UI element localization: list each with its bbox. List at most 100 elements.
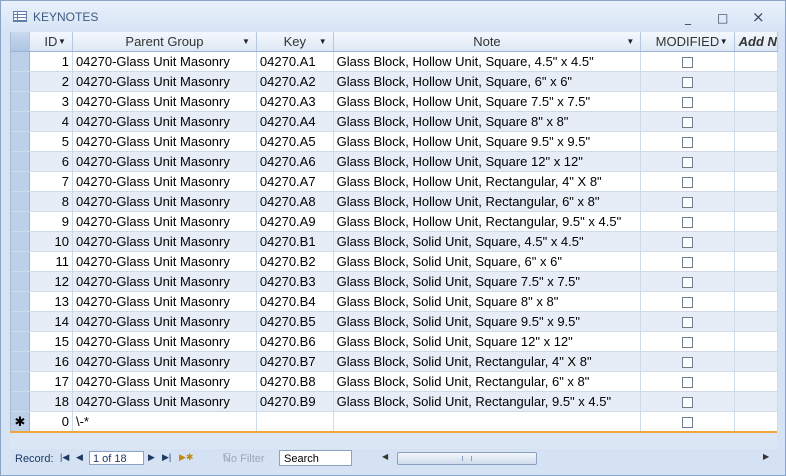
cell-parent-group[interactable]: 04270-Glass Unit Masonry (72, 391, 257, 412)
no-filter-button[interactable]: ⛉ No Filter (202, 451, 274, 466)
close-button[interactable]: × (752, 8, 765, 26)
cell-add-field[interactable] (734, 231, 778, 252)
scrollbar-thumb[interactable] (397, 452, 537, 465)
modified-checkbox[interactable] (681, 277, 693, 289)
row-selector[interactable] (11, 371, 30, 392)
cell-parent-group[interactable]: 04270-Glass Unit Masonry (72, 191, 257, 212)
cell-key[interactable]: 04270.B3 (256, 271, 334, 292)
cell-note[interactable]: Glass Block, Solid Unit, Square, 6" x 6" (333, 251, 642, 272)
search-input[interactable]: Search (279, 450, 352, 466)
horizontal-scrollbar[interactable]: ◀ ▶ (379, 451, 775, 466)
cell-parent-group[interactable]: 04270-Glass Unit Masonry (72, 91, 257, 112)
cell-add-field[interactable] (734, 371, 778, 392)
table-row[interactable]: 2 04270-Glass Unit Masonry 04270.A2 Glass B… (11, 71, 778, 92)
title-bar[interactable]: KEYNOTES _ □ × (1, 1, 785, 32)
cell-key[interactable]: 04270.B5 (256, 311, 334, 332)
row-selector[interactable] (11, 171, 30, 192)
cell-key[interactable]: 04270.A4 (256, 111, 334, 132)
row-selector[interactable] (11, 271, 30, 292)
cell-note[interactable] (333, 411, 642, 431)
cell-parent-group[interactable]: \-* (72, 411, 257, 431)
cell-add-field[interactable] (734, 391, 778, 412)
row-selector[interactable] (11, 131, 30, 152)
cell-note[interactable]: Glass Block, Solid Unit, Square, 4.5" x … (333, 231, 642, 252)
column-dropdown-icon[interactable]: ▼ (319, 37, 327, 46)
column-header-id[interactable]: ID ▼ (29, 32, 73, 52)
modified-checkbox[interactable] (681, 97, 693, 109)
cell-add-field[interactable] (734, 311, 778, 332)
cell-id[interactable]: 7 (29, 171, 73, 192)
cell-parent-group[interactable]: 04270-Glass Unit Masonry (72, 231, 257, 252)
cell-key[interactable] (256, 411, 334, 431)
row-selector[interactable] (11, 391, 30, 412)
table-row[interactable]: 9 04270-Glass Unit Masonry 04270.A9 Glass B… (11, 211, 778, 232)
table-row[interactable]: 5 04270-Glass Unit Masonry 04270.A5 Glass B… (11, 131, 778, 152)
column-header-parent-group[interactable]: Parent Group ▼ (72, 32, 257, 52)
modified-checkbox[interactable] (681, 57, 693, 69)
cell-note[interactable]: Glass Block, Solid Unit, Square 12" x 12… (333, 331, 642, 352)
table-row[interactable]: 13 04270-Glass Unit Masonry 04270.B4 Glass … (11, 291, 778, 312)
modified-checkbox[interactable] (681, 117, 693, 129)
modified-checkbox[interactable] (681, 397, 693, 409)
cell-parent-group[interactable]: 04270-Glass Unit Masonry (72, 311, 257, 332)
cell-add-field[interactable] (734, 251, 778, 272)
cell-note[interactable]: Glass Block, Solid Unit, Rectangular, 6"… (333, 371, 642, 392)
row-selector[interactable] (11, 311, 30, 332)
cell-parent-group[interactable]: 04270-Glass Unit Masonry (72, 151, 257, 172)
cell-add-field[interactable] (734, 211, 778, 232)
table-row[interactable]: 7 04270-Glass Unit Masonry 04270.A7 Glass B… (11, 171, 778, 192)
cell-key[interactable]: 04270.A3 (256, 91, 334, 112)
cell-id[interactable]: 1 (29, 51, 73, 72)
modified-checkbox[interactable] (681, 377, 693, 389)
modified-checkbox[interactable] (681, 157, 693, 169)
modified-checkbox[interactable] (681, 137, 693, 149)
cell-id[interactable]: 18 (29, 391, 73, 412)
cell-parent-group[interactable]: 04270-Glass Unit Masonry (72, 51, 257, 72)
cell-note[interactable]: Glass Block, Hollow Unit, Rectangular, 4… (333, 171, 642, 192)
cell-id[interactable]: 9 (29, 211, 73, 232)
column-dropdown-icon[interactable]: ▼ (58, 37, 66, 46)
cell-key[interactable]: 04270.A5 (256, 131, 334, 152)
cell-key[interactable]: 04270.B8 (256, 371, 334, 392)
cell-key[interactable]: 04270.B6 (256, 331, 334, 352)
modified-checkbox[interactable] (681, 177, 693, 189)
cell-key[interactable]: 04270.A9 (256, 211, 334, 232)
column-header-key[interactable]: Key ▼ (256, 32, 334, 52)
cell-note[interactable]: Glass Block, Hollow Unit, Square 9.5" x … (333, 131, 642, 152)
cell-id[interactable]: 4 (29, 111, 73, 132)
table-row[interactable]: 15 04270-Glass Unit Masonry 04270.B6 Glass … (11, 331, 778, 352)
table-row[interactable]: 17 04270-Glass Unit Masonry 04270.B8 Glass … (11, 371, 778, 392)
cell-id[interactable]: 6 (29, 151, 73, 172)
select-all-cell[interactable] (11, 32, 30, 52)
cell-id[interactable]: 8 (29, 191, 73, 212)
modified-checkbox[interactable] (681, 237, 693, 249)
cell-note[interactable]: Glass Block, Hollow Unit, Square 12" x 1… (333, 151, 642, 172)
cell-key[interactable]: 04270.B1 (256, 231, 334, 252)
cell-parent-group[interactable]: 04270-Glass Unit Masonry (72, 171, 257, 192)
cell-add-field[interactable] (734, 271, 778, 292)
cell-add-field[interactable] (734, 411, 778, 431)
last-record-button[interactable]: ▶| (162, 452, 171, 463)
cell-add-field[interactable] (734, 331, 778, 352)
cell-add-field[interactable] (734, 51, 778, 72)
column-dropdown-icon[interactable]: ▼ (242, 37, 250, 46)
table-row[interactable]: 11 04270-Glass Unit Masonry 04270.B2 Glass … (11, 251, 778, 272)
table-row[interactable]: 8 04270-Glass Unit Masonry 04270.A8 Glass B… (11, 191, 778, 212)
row-selector[interactable] (11, 211, 30, 232)
cell-key[interactable]: 04270.B2 (256, 251, 334, 272)
cell-add-field[interactable] (734, 151, 778, 172)
cell-parent-group[interactable]: 04270-Glass Unit Masonry (72, 111, 257, 132)
cell-add-field[interactable] (734, 351, 778, 372)
scroll-left-icon[interactable]: ◀ (382, 452, 388, 461)
modified-checkbox[interactable] (681, 417, 693, 429)
cell-key[interactable]: 04270.A2 (256, 71, 334, 92)
modified-checkbox[interactable] (681, 317, 693, 329)
cell-note[interactable]: Glass Block, Solid Unit, Square 9.5" x 9… (333, 311, 642, 332)
table-row[interactable]: 6 04270-Glass Unit Masonry 04270.A6 Glass B… (11, 151, 778, 172)
modified-checkbox[interactable] (681, 257, 693, 269)
cell-note[interactable]: Glass Block, Hollow Unit, Square 7.5" x … (333, 91, 642, 112)
column-dropdown-icon[interactable]: ▼ (720, 37, 728, 46)
add-new-field-header[interactable]: Add N (734, 32, 778, 52)
cell-parent-group[interactable]: 04270-Glass Unit Masonry (72, 71, 257, 92)
modified-checkbox[interactable] (681, 197, 693, 209)
